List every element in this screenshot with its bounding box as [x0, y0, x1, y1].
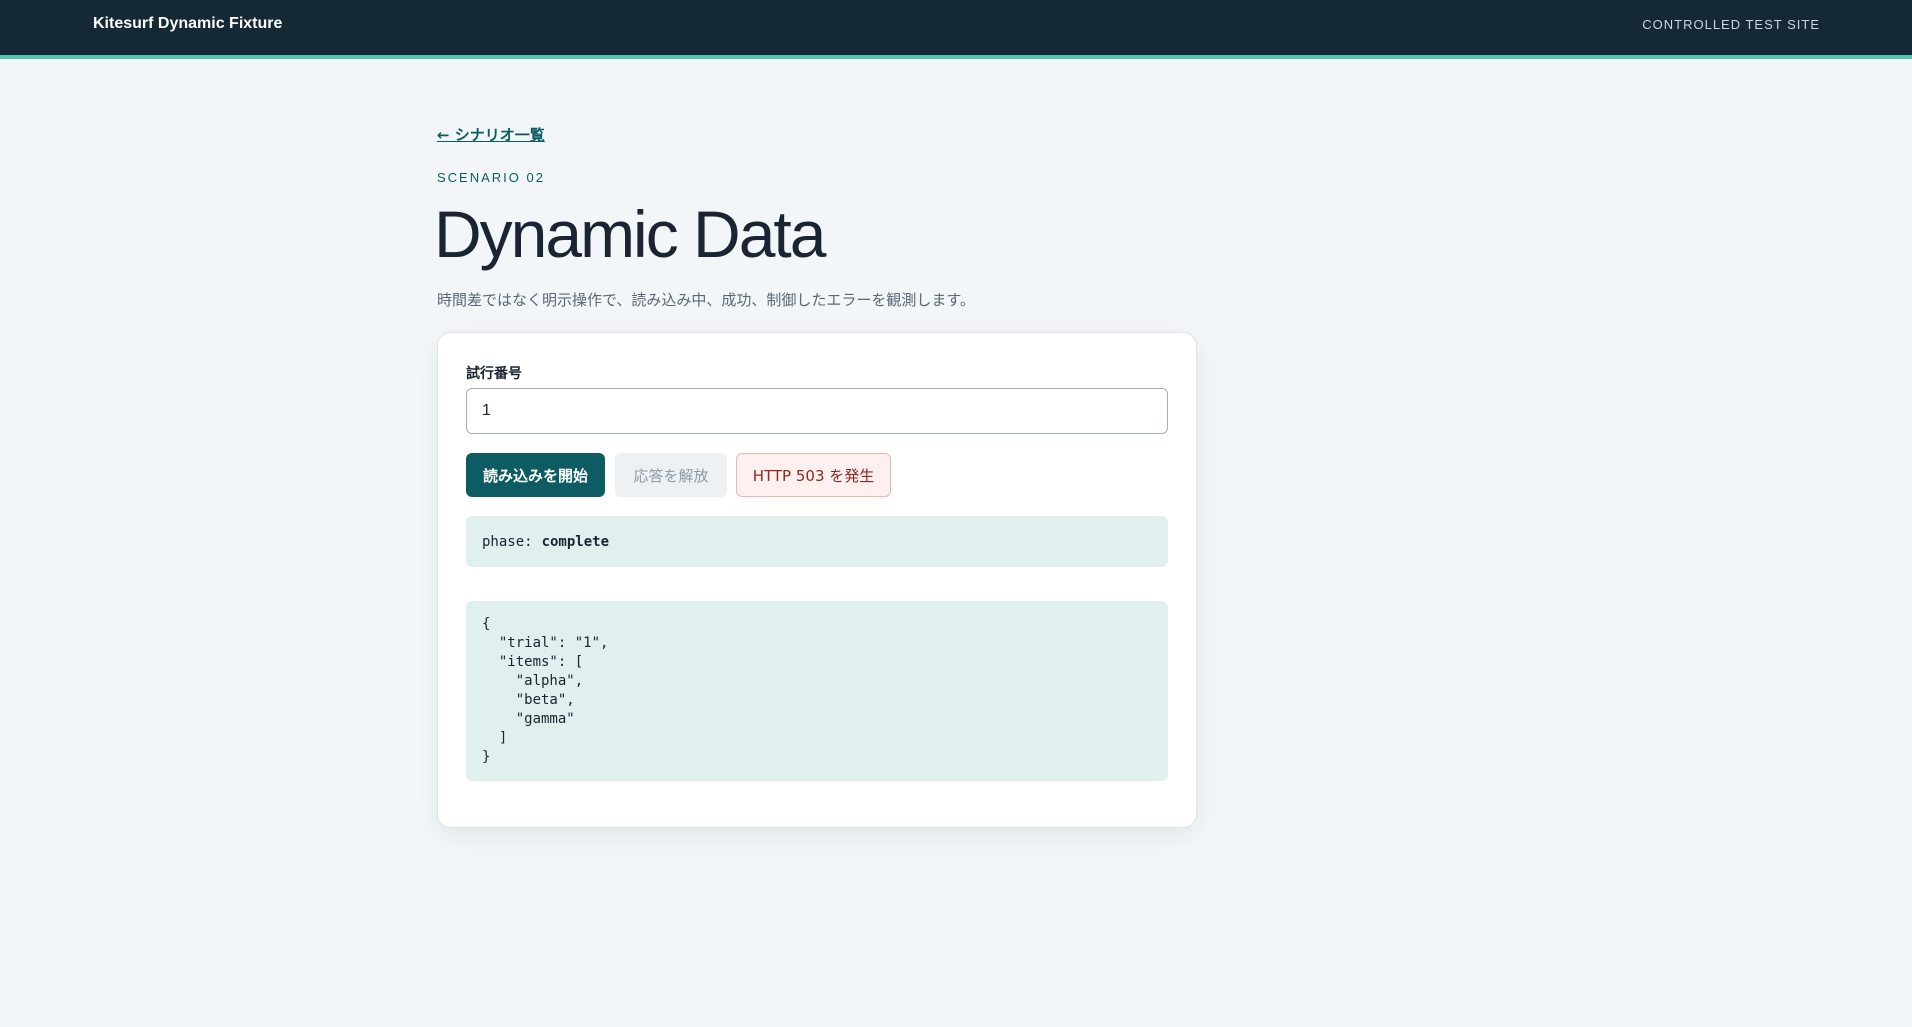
trial-number-input[interactable]	[466, 388, 1168, 434]
release-response-button[interactable]: 応答を解放	[615, 453, 727, 497]
page-title: Dynamic Data	[434, 197, 826, 271]
phase-value: complete	[541, 533, 610, 550]
trigger-http-503-button[interactable]: HTTP 503 を発生	[736, 453, 891, 497]
response-json: { "trial": "1", "items": [ "alpha", "bet…	[466, 601, 1168, 781]
trial-number-label: 試行番号	[466, 366, 522, 382]
page-subtitle: 時間差ではなく明示操作で、読み込み中、成功、制御したエラーを観測します。	[437, 291, 975, 309]
scenario-eyebrow: SCENARIO 02	[437, 170, 545, 185]
brand-name: Kitesurf Dynamic Fixture	[93, 15, 283, 32]
scenario-card: 試行番号 読み込みを開始 応答を解放 HTTP 503 を発生 phase: c…	[437, 332, 1197, 828]
phase-label: phase:	[482, 533, 533, 550]
phase-status: phase: complete	[466, 516, 1168, 567]
start-loading-button[interactable]: 読み込みを開始	[466, 453, 605, 497]
top-bar: Kitesurf Dynamic Fixture CONTROLLED TEST…	[0, 0, 1912, 59]
site-tag: CONTROLLED TEST SITE	[1642, 17, 1820, 32]
back-to-scenarios-link[interactable]: ← シナリオ一覧	[437, 124, 545, 145]
